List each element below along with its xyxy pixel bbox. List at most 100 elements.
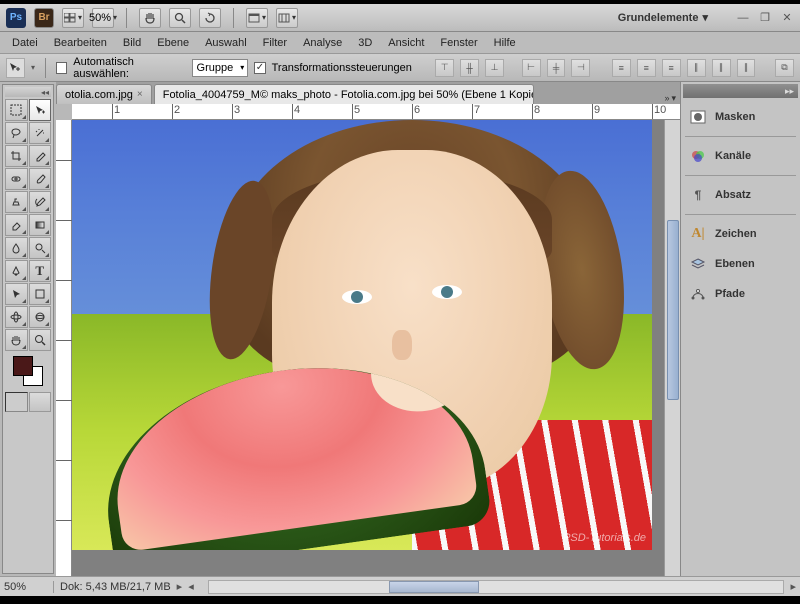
quickmask-mode-button[interactable]: [29, 392, 52, 412]
auto-select-dropdown[interactable]: Gruppe: [192, 59, 249, 77]
bridge-logo-icon[interactable]: Br: [34, 8, 54, 28]
blur-tool[interactable]: [5, 237, 28, 259]
hand-tool[interactable]: [5, 329, 28, 351]
move-tool[interactable]: [29, 99, 52, 121]
clone-stamp-tool[interactable]: [5, 191, 28, 213]
hand-tool-button[interactable]: [139, 8, 161, 28]
move-tool-indicator[interactable]: [6, 58, 25, 78]
brush-tool[interactable]: [29, 168, 52, 190]
toolbox-header[interactable]: ◂◂: [5, 87, 51, 97]
character-icon: A|: [689, 225, 707, 243]
layers-icon: [689, 255, 707, 273]
gradient-tool[interactable]: [29, 214, 52, 236]
align-vcenter-button[interactable]: ╫: [460, 59, 479, 77]
align-right-button[interactable]: ⊣: [571, 59, 590, 77]
zoom-dropdown[interactable]: 50%: [92, 8, 114, 28]
healing-brush-tool[interactable]: [5, 168, 28, 190]
type-tool[interactable]: T: [29, 260, 52, 282]
close-icon[interactable]: ×: [137, 89, 143, 100]
panel-channels[interactable]: Kanäle: [683, 141, 798, 171]
crop-tool[interactable]: [5, 145, 28, 167]
menu-view[interactable]: Ansicht: [380, 34, 432, 52]
screen-mode-dropdown[interactable]: [246, 8, 268, 28]
paragraph-icon: ¶: [689, 186, 707, 204]
panel-masks[interactable]: Masken: [683, 102, 798, 132]
menu-layer[interactable]: Ebene: [149, 34, 197, 52]
menu-file[interactable]: Datei: [4, 34, 46, 52]
tabs-menu-button[interactable]: ▾: [671, 93, 676, 104]
color-swatches[interactable]: [5, 356, 51, 388]
3d-rotate-tool[interactable]: [5, 306, 28, 328]
scroll-right-button[interactable]: ▸: [790, 580, 796, 593]
rotate-view-button[interactable]: [199, 8, 221, 28]
menu-filter[interactable]: Filter: [255, 34, 295, 52]
magic-wand-tool[interactable]: [29, 122, 52, 144]
horizontal-scrollbar[interactable]: [208, 580, 785, 594]
menu-window[interactable]: Fenster: [432, 34, 485, 52]
tabs-overflow-button[interactable]: »: [664, 93, 669, 104]
scroll-left-button[interactable]: ◂: [188, 580, 194, 593]
channels-icon: [689, 147, 707, 165]
panel-character[interactable]: A| Zeichen: [683, 219, 798, 249]
standard-mode-button[interactable]: [5, 392, 28, 412]
canvas[interactable]: PSD-Tutorials.de: [72, 120, 664, 576]
hand-icon: [144, 12, 156, 24]
dodge-tool[interactable]: [29, 237, 52, 259]
zoom-tool-button[interactable]: [169, 8, 191, 28]
restore-button[interactable]: ❐: [758, 11, 772, 25]
3d-orbit-tool[interactable]: [29, 306, 52, 328]
status-zoom[interactable]: 50%: [4, 581, 54, 593]
vertical-scrollbar[interactable]: [664, 120, 680, 576]
align-top-button[interactable]: ⊤: [435, 59, 454, 77]
panel-header[interactable]: ▸▸: [683, 84, 798, 98]
shape-tool[interactable]: [29, 283, 52, 305]
workspace-switcher[interactable]: Grundelemente ▾: [618, 11, 708, 24]
document-tabs: otolia.com.jpg × Fotolia_4004759_M© maks…: [56, 82, 680, 104]
align-left-button[interactable]: ⊢: [522, 59, 541, 77]
marquee-tool[interactable]: [5, 99, 28, 121]
document-tab-0[interactable]: otolia.com.jpg ×: [56, 84, 152, 104]
eraser-tool[interactable]: [5, 214, 28, 236]
panel-layers[interactable]: Ebenen: [683, 249, 798, 279]
menu-select[interactable]: Auswahl: [197, 34, 255, 52]
minimize-button[interactable]: —: [736, 11, 750, 25]
layout-dropdown[interactable]: [62, 8, 84, 28]
close-button[interactable]: ✕: [780, 11, 794, 25]
status-menu-arrow[interactable]: ▸: [177, 580, 183, 593]
path-selection-tool[interactable]: [5, 283, 28, 305]
document-tab-1[interactable]: Fotolia_4004759_M© maks_photo - Fotolia.…: [154, 84, 534, 104]
distribute-top-button[interactable]: ≡: [612, 59, 631, 77]
auto-select-checkbox[interactable]: [56, 62, 67, 74]
zoom-tool[interactable]: [29, 329, 52, 351]
panel-paragraph[interactable]: ¶ Absatz: [683, 180, 798, 210]
menu-image[interactable]: Bild: [115, 34, 149, 52]
vertical-ruler[interactable]: [56, 120, 72, 576]
extras-dropdown[interactable]: [276, 8, 298, 28]
transform-controls-checkbox[interactable]: [254, 62, 265, 74]
distribute-left-button[interactable]: ∥: [687, 59, 706, 77]
magnifier-icon: [174, 12, 186, 24]
horizontal-ruler[interactable]: 12345678910: [72, 104, 680, 120]
distribute-bottom-button[interactable]: ≡: [662, 59, 681, 77]
foreground-color[interactable]: [13, 356, 33, 376]
distribute-hcenter-button[interactable]: ∥: [712, 59, 731, 77]
align-bottom-button[interactable]: ⊥: [485, 59, 504, 77]
menu-edit[interactable]: Bearbeiten: [46, 34, 115, 52]
scrollbar-thumb[interactable]: [389, 581, 479, 593]
menu-help[interactable]: Hilfe: [486, 34, 524, 52]
eyedropper-tool[interactable]: [29, 145, 52, 167]
menu-3d[interactable]: 3D: [350, 34, 380, 52]
panel-paths[interactable]: Pfade: [683, 279, 798, 309]
document-area: otolia.com.jpg × Fotolia_4004759_M© maks…: [56, 82, 680, 576]
right-panels: ▸▸ Masken Kanäle ¶ Absatz A| Zeichen: [680, 82, 800, 576]
distribute-vcenter-button[interactable]: ≡: [637, 59, 656, 77]
lasso-tool[interactable]: [5, 122, 28, 144]
auto-align-button[interactable]: ⧉: [775, 59, 794, 77]
align-hcenter-button[interactable]: ╪: [547, 59, 566, 77]
scrollbar-thumb[interactable]: [667, 220, 679, 400]
history-brush-tool[interactable]: [29, 191, 52, 213]
menu-analysis[interactable]: Analyse: [295, 34, 350, 52]
pen-tool[interactable]: [5, 260, 28, 282]
menu-bar: Datei Bearbeiten Bild Ebene Auswahl Filt…: [0, 32, 800, 54]
distribute-right-button[interactable]: ∥: [737, 59, 756, 77]
